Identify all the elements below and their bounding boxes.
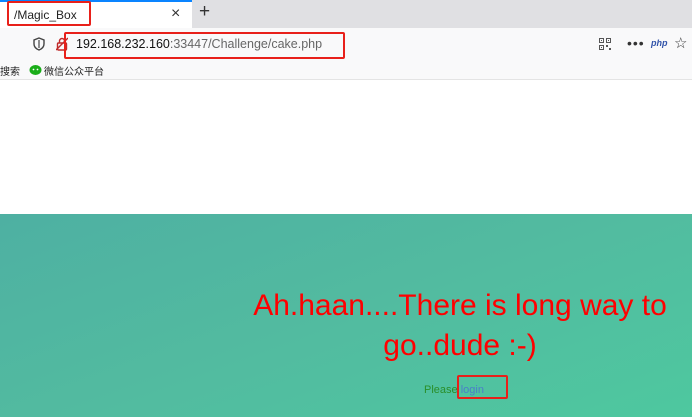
page-actions-icon[interactable]: ••• <box>627 35 645 51</box>
headline-line-1: Ah.haan....There is long way to <box>253 289 667 322</box>
annotation-box-url <box>64 32 345 59</box>
headline-line-2: go..dude :-) <box>383 329 537 362</box>
tab-strip: /Magic_Box × + <box>0 0 692 28</box>
bookmark-wechat[interactable]: 微信公众平台 <box>44 63 104 78</box>
please-text: Please <box>424 384 461 396</box>
bookmark-star-icon[interactable]: ☆ <box>674 34 687 52</box>
php-extension-icon[interactable]: php <box>651 38 668 48</box>
annotation-box-login <box>457 375 508 399</box>
new-tab-icon[interactable]: + <box>199 2 210 22</box>
qr-code-icon[interactable] <box>599 37 611 55</box>
shield-icon[interactable] <box>33 37 45 56</box>
close-icon[interactable]: × <box>171 5 180 23</box>
page-top-blank <box>0 80 692 214</box>
bookmark-search[interactable]: 搜索 <box>0 63 20 78</box>
page-headline: Ah.haan....There is long way to go..dude… <box>230 286 690 366</box>
bookmarks-bar: 搜索 微信公众平台 <box>0 61 692 80</box>
wechat-icon <box>29 63 42 81</box>
annotation-box-tab <box>7 1 91 26</box>
